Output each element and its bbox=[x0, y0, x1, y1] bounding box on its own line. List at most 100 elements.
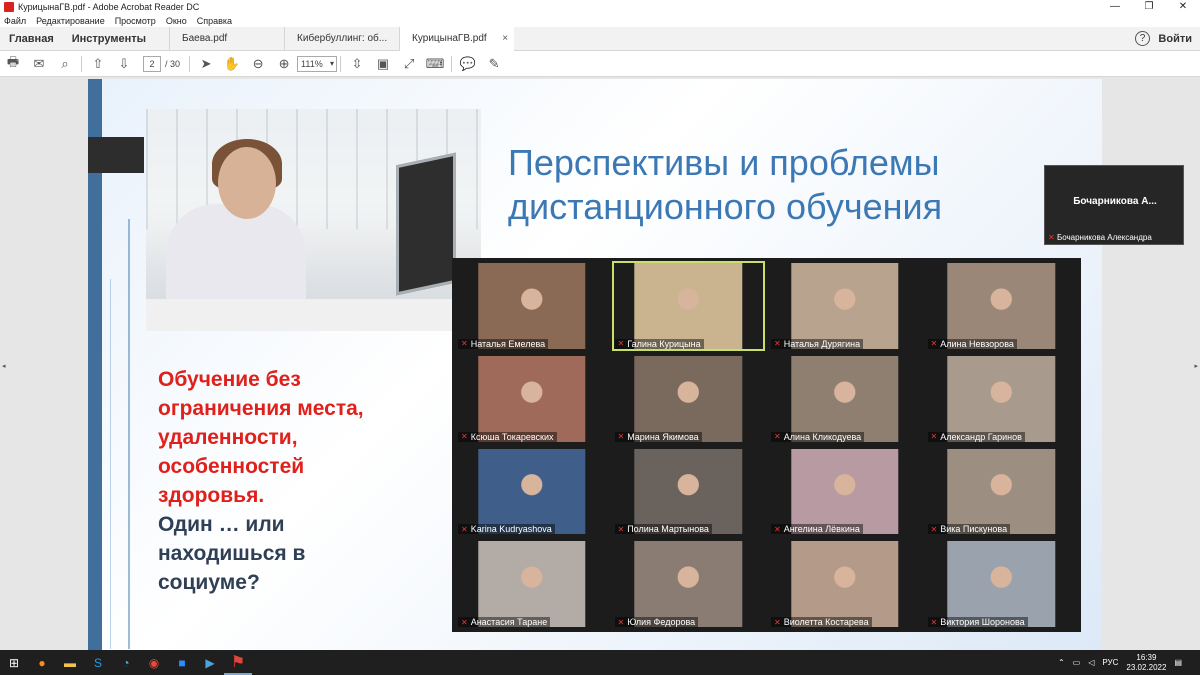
slide-dark-text: Один … или находишься в социуме? bbox=[158, 513, 306, 594]
participant-tile[interactable]: ✕ Анастасия Таране bbox=[455, 539, 609, 629]
read-mode-icon[interactable]: ⌨ bbox=[422, 53, 448, 75]
video-gallery: ✕ Наталья Емелева ✕ Галина Курицына ✕ Наталья… bbox=[452, 258, 1081, 632]
tab-doc-cyberbullying[interactable]: Кибербуллинг: об... bbox=[284, 26, 399, 51]
volume-icon[interactable]: ◁ bbox=[1088, 658, 1094, 667]
system-tray: ⌃ ▭ ◁ РУС 16:39 23.02.2022 ▤ bbox=[1058, 650, 1200, 675]
participant-name: Александр Гаринов bbox=[940, 431, 1022, 442]
muted-mic-icon: ✕ bbox=[461, 432, 468, 441]
email-icon[interactable]: ✉ bbox=[26, 53, 52, 75]
muted-mic-icon: ✕ bbox=[461, 617, 468, 627]
participant-name: Ксюша Токаревских bbox=[470, 431, 554, 442]
photo-desk bbox=[146, 299, 481, 331]
help-icon[interactable]: ? bbox=[1135, 31, 1150, 46]
minimize-button[interactable]: — bbox=[1098, 0, 1132, 14]
tab-bar: Главная Инструменты Баева.pdf Кибербулли… bbox=[0, 26, 1200, 51]
participant-label: ✕ Александр Гаринов bbox=[927, 431, 1025, 442]
participant-video bbox=[947, 448, 1055, 535]
menu-view[interactable]: Просмотр bbox=[115, 16, 156, 26]
tab-label: Баева.pdf bbox=[182, 32, 228, 44]
participant-name: Юлия Федорова bbox=[627, 617, 696, 627]
tab-doc-kuritsyna[interactable]: КурицынаГВ.pdf × bbox=[399, 26, 515, 51]
menu-file[interactable]: Файл bbox=[4, 16, 26, 26]
close-button[interactable]: ✕ bbox=[1166, 0, 1200, 14]
left-panel-arrow-icon[interactable]: ◂ bbox=[2, 362, 6, 370]
decor-block bbox=[88, 137, 144, 173]
menu-help[interactable]: Справка bbox=[197, 16, 232, 26]
clock-time: 16:39 bbox=[1136, 652, 1157, 662]
full-screen-icon[interactable]: ⤢ bbox=[396, 53, 422, 75]
chrome-icon[interactable]: ◉ bbox=[140, 650, 168, 675]
participant-video bbox=[791, 263, 899, 349]
participant-tile[interactable]: ✕ Алина Невзорова bbox=[924, 261, 1078, 351]
participant-tile[interactable]: ✕ Виолетта Костарева bbox=[768, 539, 922, 629]
edge-icon[interactable]: ◔ bbox=[112, 650, 140, 675]
tab-doc-baeva[interactable]: Баева.pdf bbox=[169, 26, 284, 51]
participant-tile[interactable]: ✕ Галина Курицына bbox=[611, 261, 765, 351]
toolbar: 🖶 ✉ ⌕ ⇧ ⇩ 2 / 30 ➤ ✋ ⊖ ⊕ 111% ⇳ ▣ ⤢ ⌨ 💬 … bbox=[0, 51, 1200, 77]
media-app-icon[interactable]: ▶ bbox=[196, 650, 224, 675]
comment-icon[interactable]: 💬 bbox=[455, 53, 481, 75]
skype-icon[interactable]: S bbox=[84, 650, 112, 675]
participant-tile[interactable]: ✕ Полина Мартынова bbox=[611, 446, 765, 537]
file-explorer-icon[interactable]: ▬ bbox=[56, 650, 84, 675]
zoom-in-icon[interactable]: ⊕ bbox=[271, 53, 297, 75]
menu-window[interactable]: Окно bbox=[166, 16, 187, 26]
tab-label: КурицынаГВ.pdf bbox=[412, 32, 487, 44]
muted-mic-icon: ✕ bbox=[617, 617, 625, 627]
participant-video bbox=[634, 355, 742, 442]
language-indicator[interactable]: РУС bbox=[1102, 658, 1118, 667]
muted-mic-icon: ✕ bbox=[774, 339, 781, 349]
tray-chevron-icon[interactable]: ⌃ bbox=[1058, 658, 1065, 667]
tab-tools[interactable]: Инструменты bbox=[63, 33, 155, 45]
zoom-select[interactable]: 111% bbox=[297, 55, 338, 72]
participant-tile[interactable]: ✕ Александр Гаринов bbox=[924, 353, 1078, 444]
network-icon[interactable]: ▭ bbox=[1073, 658, 1081, 667]
scroll-mode-icon[interactable]: ▣ bbox=[370, 53, 396, 75]
window-controls: — ❐ ✕ bbox=[1098, 0, 1200, 14]
firefox-icon[interactable]: ● bbox=[28, 650, 56, 675]
participant-tile[interactable]: ✕ Вика Пискунова bbox=[924, 446, 1078, 537]
zoom-app-icon[interactable]: ■ bbox=[168, 650, 196, 675]
floating-video[interactable]: Бочарникова А... ✕ Бочарникова Александр… bbox=[1044, 165, 1184, 245]
zoom-out-icon[interactable]: ⊖ bbox=[245, 53, 271, 75]
prev-page-icon[interactable]: ⇧ bbox=[85, 53, 111, 75]
document-viewer[interactable]: ◂ ▸ Перспективы и проблемы дистанционног… bbox=[0, 77, 1200, 650]
windows-start-icon[interactable]: ⊞ bbox=[0, 650, 28, 675]
participant-tile[interactable]: ✕ Виктория Шоронова bbox=[924, 539, 1078, 629]
print-icon[interactable]: 🖶 bbox=[0, 53, 26, 75]
participant-tile[interactable]: ✕ Алина Кликодуева bbox=[768, 353, 922, 444]
pen-icon[interactable]: ✎ bbox=[481, 53, 507, 75]
next-page-icon[interactable]: ⇩ bbox=[111, 53, 137, 75]
hand-tool-icon[interactable]: ✋ bbox=[219, 53, 245, 75]
participant-tile[interactable]: ✕ Юлия Федорова bbox=[611, 539, 765, 629]
window-title: КурицынаГВ.pdf - Adobe Acrobat Reader DC bbox=[18, 2, 200, 12]
fit-page-icon[interactable]: ⇳ bbox=[344, 53, 370, 75]
participant-video bbox=[478, 355, 586, 442]
participant-label: ✕ Анастасия Таране bbox=[458, 617, 551, 627]
participant-label: ✕ Karina Kudryashova bbox=[458, 524, 555, 535]
notifications-icon[interactable]: ▤ bbox=[1174, 658, 1182, 667]
close-tab-icon[interactable]: × bbox=[502, 27, 508, 51]
toolbar-divider bbox=[340, 55, 342, 72]
restore-button[interactable]: ❐ bbox=[1132, 0, 1166, 14]
clock[interactable]: 16:39 23.02.2022 bbox=[1126, 653, 1166, 673]
participant-name: Алина Кликодуева bbox=[783, 431, 862, 442]
tab-home[interactable]: Главная bbox=[0, 33, 63, 45]
sign-in-button[interactable]: Войти bbox=[1158, 27, 1192, 51]
participant-tile[interactable]: ✕ Ангелина Лёвкина bbox=[768, 446, 922, 537]
select-cursor-icon[interactable]: ➤ bbox=[193, 53, 219, 75]
floating-video-label: ✕ Бочарникова Александра bbox=[1048, 233, 1152, 242]
participant-name: Анастасия Таране bbox=[470, 617, 548, 627]
slide-page: Перспективы и проблемы дистанционного об… bbox=[88, 79, 1102, 650]
right-panel-arrow-icon[interactable]: ▸ bbox=[1194, 362, 1198, 370]
participant-tile[interactable]: ✕ Karina Kudryashova bbox=[455, 446, 609, 537]
participant-tile[interactable]: ✕ Наталья Емелева bbox=[455, 261, 609, 351]
participant-tile[interactable]: ✕ Наталья Дурягина bbox=[768, 261, 922, 351]
menu-edit[interactable]: Редактирование bbox=[36, 16, 105, 26]
page-number-input[interactable]: 2 bbox=[143, 55, 161, 72]
search-icon[interactable]: ⌕ bbox=[52, 53, 78, 75]
participant-tile[interactable]: ✕ Марина Якимова bbox=[611, 353, 765, 444]
participant-tile[interactable]: ✕ Ксюша Токаревских bbox=[455, 353, 609, 444]
acrobat-taskbar-icon[interactable]: ⚑ bbox=[224, 650, 252, 675]
participant-label: ✕ Наталья Емелева bbox=[458, 338, 549, 349]
